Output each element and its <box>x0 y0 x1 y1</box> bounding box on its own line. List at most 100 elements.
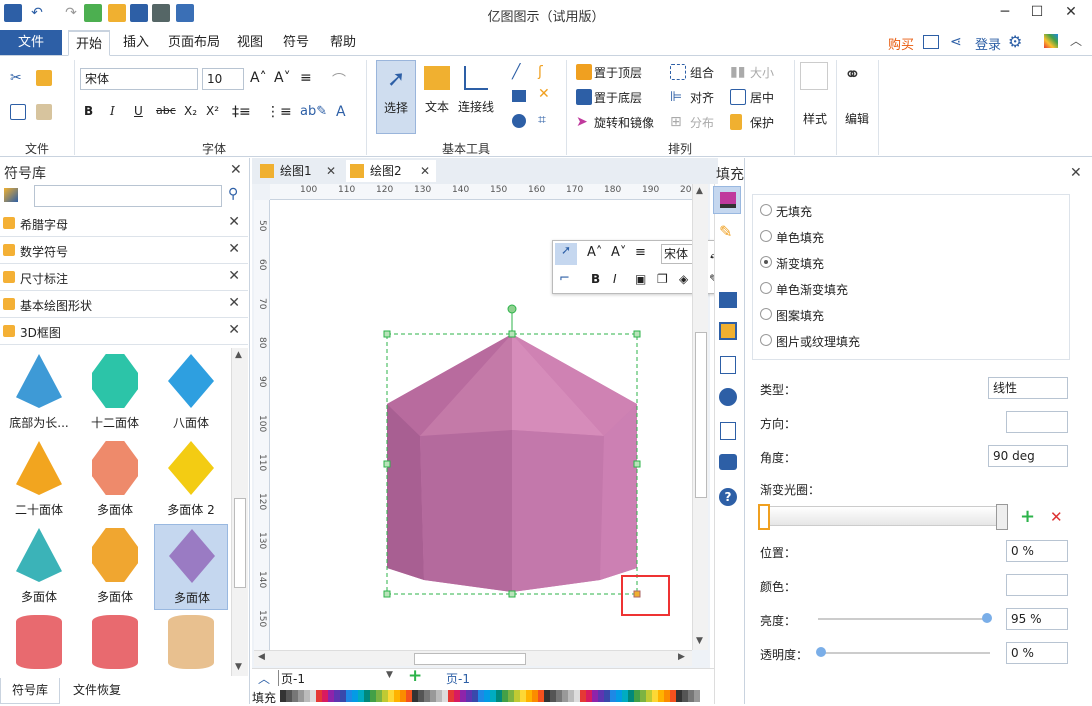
ellipse-tool-icon[interactable] <box>512 114 526 128</box>
add-page-icon[interactable]: + <box>408 666 422 686</box>
print-icon[interactable] <box>152 4 170 22</box>
canvas-vertical-scrollbar[interactable]: ▲ ▼ <box>692 184 708 650</box>
center-icon[interactable] <box>730 89 746 105</box>
remove-category-icon[interactable]: ✕ <box>228 268 240 284</box>
distribute-label[interactable]: 分布 <box>690 114 714 131</box>
collapse-ribbon-icon[interactable]: ︿ <box>1070 32 1082 49</box>
close-tab-icon[interactable]: ✕ <box>420 160 430 182</box>
open-icon[interactable] <box>108 4 126 22</box>
protect-label[interactable]: 保护 <box>750 114 774 131</box>
library-search-input[interactable] <box>34 185 222 207</box>
mini-copy-icon[interactable]: ❐ <box>657 272 668 286</box>
library-category[interactable]: 数学符号 ✕ <box>0 238 248 264</box>
align-text-icon[interactable]: ≡ <box>300 70 312 86</box>
new-icon[interactable] <box>84 4 102 22</box>
rotate-icon[interactable]: ➤ <box>576 114 592 130</box>
redo-icon[interactable]: ↷ <box>62 4 80 22</box>
library-shape-item[interactable]: 多面体 <box>154 524 228 610</box>
gradient-bar[interactable] <box>760 506 1006 526</box>
library-shape-item[interactable]: 八面体 <box>154 350 228 436</box>
tab-view[interactable]: 视图 <box>232 30 268 56</box>
corner-resize-handle[interactable] <box>633 590 641 598</box>
curve-tool-icon[interactable]: ʃ <box>538 64 543 80</box>
help-icon[interactable]: ? <box>719 488 737 506</box>
library-shape-item[interactable] <box>154 611 228 674</box>
tab-home[interactable]: 开始 <box>68 30 110 56</box>
fill-option-radio[interactable] <box>760 204 772 216</box>
style-button[interactable]: 样式 <box>798 110 832 127</box>
tab-insert[interactable]: 插入 <box>116 30 156 56</box>
undo-icon[interactable]: ↶ <box>28 4 46 22</box>
library-shape-item[interactable]: 多面体 2 <box>154 437 228 523</box>
rectangle-tool-icon[interactable] <box>512 90 526 102</box>
gradient-stop-right[interactable] <box>996 504 1008 530</box>
export-icon[interactable] <box>176 4 194 22</box>
opacity-slider[interactable] <box>818 652 990 654</box>
current-page-select[interactable]: 页-1 <box>278 670 396 686</box>
brightness-slider[interactable] <box>818 618 990 620</box>
color-palette[interactable] <box>280 690 710 704</box>
library-shape-item[interactable]: 多面体 <box>78 524 152 610</box>
library-category[interactable]: 3D框图 ✕ <box>0 319 248 345</box>
tab-help[interactable]: 帮助 <box>324 30 362 56</box>
group-icon[interactable] <box>670 64 686 80</box>
remove-stop-icon[interactable]: ✕ <box>1050 508 1063 526</box>
grow-font-icon[interactable]: A˄ <box>250 70 267 86</box>
doc-tab-2[interactable]: 绘图2 ✕ <box>346 160 436 182</box>
bottom-tab-library[interactable]: 符号库 <box>0 678 60 704</box>
line-tool-icon[interactable]: ╱ <box>512 64 520 80</box>
brightness-spinner[interactable]: 95 % <box>1006 608 1068 630</box>
bring-top-label[interactable]: 置于顶层 <box>594 64 642 81</box>
remove-category-icon[interactable]: ✕ <box>228 322 240 338</box>
maximize-button[interactable]: ☐ <box>1022 2 1052 24</box>
shrink-font-icon[interactable]: A˅ <box>274 70 291 86</box>
library-shape-item[interactable]: 底部为长... <box>2 350 76 436</box>
horizontal-scroll-thumb[interactable] <box>414 653 526 665</box>
minimize-button[interactable]: ─ <box>990 2 1020 24</box>
line-spacing-icon[interactable]: ‡≡ <box>232 104 251 120</box>
text-tool-button[interactable]: 文本 <box>420 60 454 134</box>
angle-spinner[interactable]: 90 deg <box>988 445 1068 467</box>
add-stop-icon[interactable]: + <box>1020 506 1035 527</box>
polyhedron-shape[interactable] <box>387 334 637 592</box>
protect-lock-icon[interactable] <box>730 114 742 130</box>
align-label[interactable]: 对齐 <box>690 89 714 106</box>
type-select[interactable]: 线性 <box>988 377 1068 399</box>
page-dropdown-icon[interactable]: ▼ <box>386 670 393 680</box>
share-icon[interactable]: ⋖ <box>950 34 962 50</box>
group-label[interactable]: 组合 <box>690 64 714 81</box>
opacity-thumb[interactable] <box>816 647 826 657</box>
format-painter-icon[interactable] <box>36 70 52 86</box>
mini-bold-icon[interactable]: B <box>591 272 600 286</box>
mini-connector-icon[interactable]: ⌐ <box>559 271 570 286</box>
buy-link[interactable]: 购买 <box>888 34 914 53</box>
file-menu-button[interactable]: 文件 <box>0 30 62 55</box>
login-link[interactable]: 登录 <box>975 34 1001 53</box>
connector-tool-button[interactable]: 连接线 <box>456 60 496 134</box>
gradient-stop-left[interactable] <box>758 504 770 530</box>
edit-button[interactable]: 编辑 <box>840 110 874 127</box>
fill-option-radio[interactable] <box>760 282 772 294</box>
tab-symbol[interactable]: 符号 <box>278 30 314 56</box>
mini-align-icon[interactable]: ≡ <box>635 245 646 260</box>
rotate-handle[interactable] <box>507 304 517 314</box>
remove-category-icon[interactable]: ✕ <box>228 241 240 257</box>
color-select[interactable] <box>1006 574 1068 596</box>
mini-frame-icon[interactable]: ▣ <box>635 272 646 286</box>
fill-option-label[interactable]: 渐变填充 <box>776 255 824 272</box>
feedback-icon[interactable] <box>923 35 939 49</box>
close-window-button[interactable]: ✕ <box>1056 2 1086 24</box>
library-category[interactable]: 基本绘图形状 ✕ <box>0 292 248 318</box>
notes-icon[interactable] <box>720 422 736 440</box>
bring-top-icon[interactable] <box>576 64 592 80</box>
search-icon[interactable]: ⚲ <box>228 186 238 202</box>
mini-italic-icon[interactable]: I <box>613 272 617 286</box>
fill-option-radio[interactable] <box>760 334 772 346</box>
mini-fill-icon[interactable]: ◈ <box>679 272 688 286</box>
opacity-spinner[interactable]: 0 % <box>1006 642 1068 664</box>
library-shape-item[interactable] <box>78 611 152 674</box>
tab-page-layout[interactable]: 页面布局 <box>164 30 224 56</box>
remove-category-icon[interactable]: ✕ <box>228 214 240 230</box>
position-spinner[interactable]: 0 % <box>1006 540 1068 562</box>
font-size-select[interactable]: 10 <box>202 68 244 90</box>
